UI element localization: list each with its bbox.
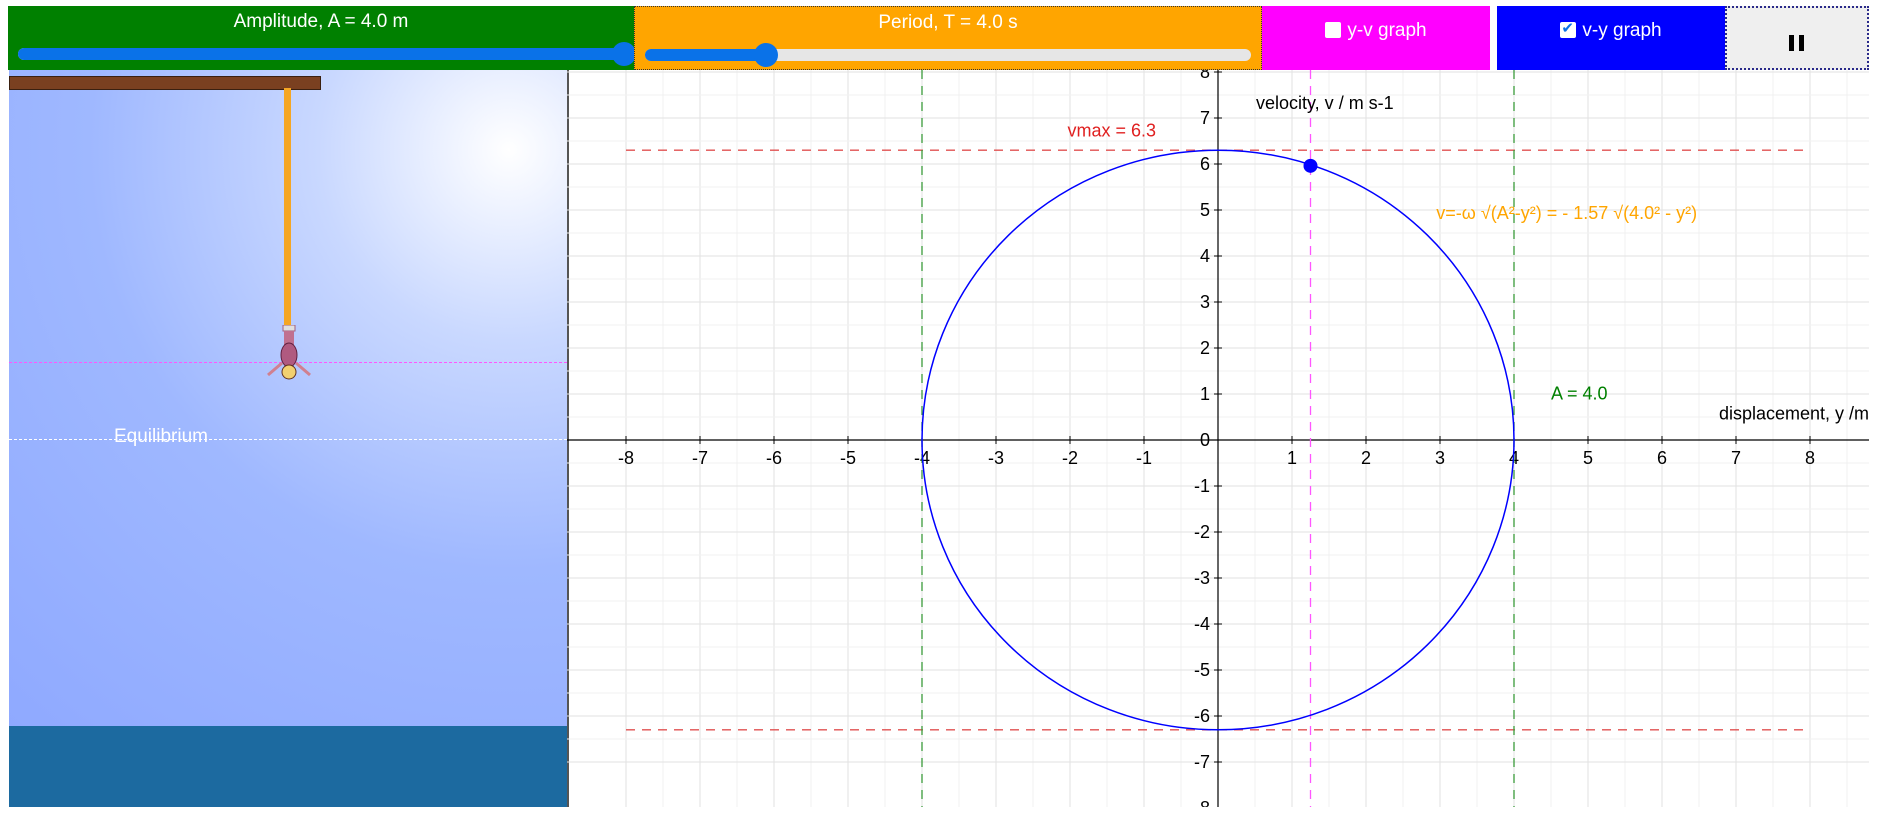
vy-graph-toggle[interactable]: v-y graph bbox=[1497, 6, 1725, 70]
pause-button[interactable] bbox=[1725, 6, 1869, 70]
equilibrium-line bbox=[9, 439, 567, 440]
vy-graph-checkbox[interactable] bbox=[1560, 19, 1577, 38]
y-tick-label: -6 bbox=[1194, 706, 1210, 726]
yv-graph-toggle[interactable]: y-v graph bbox=[1262, 6, 1490, 70]
bungee-rope bbox=[284, 88, 291, 333]
period-panel: Period, T = 4.0 s bbox=[634, 6, 1262, 70]
x-tick-label: -6 bbox=[766, 448, 782, 468]
period-slider-fill bbox=[645, 49, 767, 61]
y-tick-label: 0 bbox=[1200, 430, 1210, 450]
water bbox=[9, 726, 567, 807]
y-axis-label: velocity, v / m s-1 bbox=[1256, 93, 1394, 113]
bungee-jumper-icon bbox=[267, 325, 311, 380]
y-tick-label: 5 bbox=[1200, 200, 1210, 220]
x-axis-label: displacement, y /m bbox=[1719, 403, 1869, 423]
x-tick-label: 7 bbox=[1731, 448, 1741, 468]
control-bar: Amplitude, A = 4.0 m Period, T = 4.0 s y… bbox=[8, 6, 1869, 70]
x-tick-label: -5 bbox=[840, 448, 856, 468]
yv-graph-checkbox[interactable] bbox=[1325, 22, 1342, 38]
amplitude-panel: Amplitude, A = 4.0 m bbox=[8, 6, 636, 70]
vy-graph-canvas: -8-7-6-5-4-3-2-112345678-8-7-6-5-4-3-2-1… bbox=[567, 70, 1869, 807]
y-tick-label: -7 bbox=[1194, 752, 1210, 772]
x-tick-label: 3 bbox=[1435, 448, 1445, 468]
vmax-label: vmax = 6.3 bbox=[1067, 120, 1156, 140]
x-tick-label: 6 bbox=[1657, 448, 1667, 468]
x-tick-label: -3 bbox=[988, 448, 1004, 468]
y-tick-label: 7 bbox=[1200, 108, 1210, 128]
x-tick-label: -7 bbox=[692, 448, 708, 468]
current-point bbox=[1303, 158, 1318, 173]
x-tick-label: 8 bbox=[1805, 448, 1815, 468]
bungee-scene: Equilibrium bbox=[9, 70, 569, 807]
x-tick-label: 2 bbox=[1361, 448, 1371, 468]
amplitude-label: Amplitude, A = 4.0 m bbox=[233, 11, 409, 32]
y-tick-label: 4 bbox=[1200, 246, 1210, 266]
y-tick-label: 3 bbox=[1200, 292, 1210, 312]
period-slider-thumb[interactable] bbox=[754, 43, 779, 67]
x-tick-label: -2 bbox=[1062, 448, 1078, 468]
equilibrium-label: Equilibrium bbox=[114, 426, 208, 447]
vy-graph: -8-7-6-5-4-3-2-112345678-8-7-6-5-4-3-2-1… bbox=[567, 70, 1869, 807]
amplitude-label: A = 4.0 bbox=[1551, 384, 1608, 404]
period-label: Period, T = 4.0 s bbox=[878, 12, 1018, 33]
y-tick-label: -5 bbox=[1194, 660, 1210, 680]
y-tick-label: -8 bbox=[1194, 798, 1210, 807]
yv-graph-label: y-v graph bbox=[1347, 20, 1427, 41]
x-tick-label: 1 bbox=[1287, 448, 1297, 468]
y-tick-label: 2 bbox=[1200, 338, 1210, 358]
x-tick-label: 5 bbox=[1583, 448, 1593, 468]
y-tick-label: 6 bbox=[1200, 154, 1210, 174]
period-slider[interactable] bbox=[645, 43, 1251, 67]
platform-beam bbox=[9, 76, 321, 90]
y-tick-label: -3 bbox=[1194, 568, 1210, 588]
y-tick-label: 1 bbox=[1200, 384, 1210, 404]
x-tick-label: -8 bbox=[618, 448, 634, 468]
amplitude-slider-thumb[interactable] bbox=[612, 42, 636, 66]
x-tick-label: -1 bbox=[1136, 448, 1152, 468]
amplitude-slider[interactable] bbox=[18, 42, 636, 66]
equation-label: v=-ω √(A²-y²) = - 1.57 √(4.0² - y²) bbox=[1436, 203, 1697, 223]
y-tick-label: -1 bbox=[1194, 476, 1210, 496]
amplitude-slider-fill bbox=[18, 48, 624, 60]
y-tick-label: 8 bbox=[1200, 70, 1210, 82]
vy-graph-label: v-y graph bbox=[1582, 20, 1662, 41]
y-tick-label: -2 bbox=[1194, 522, 1210, 542]
y-tick-label: -4 bbox=[1194, 614, 1210, 634]
